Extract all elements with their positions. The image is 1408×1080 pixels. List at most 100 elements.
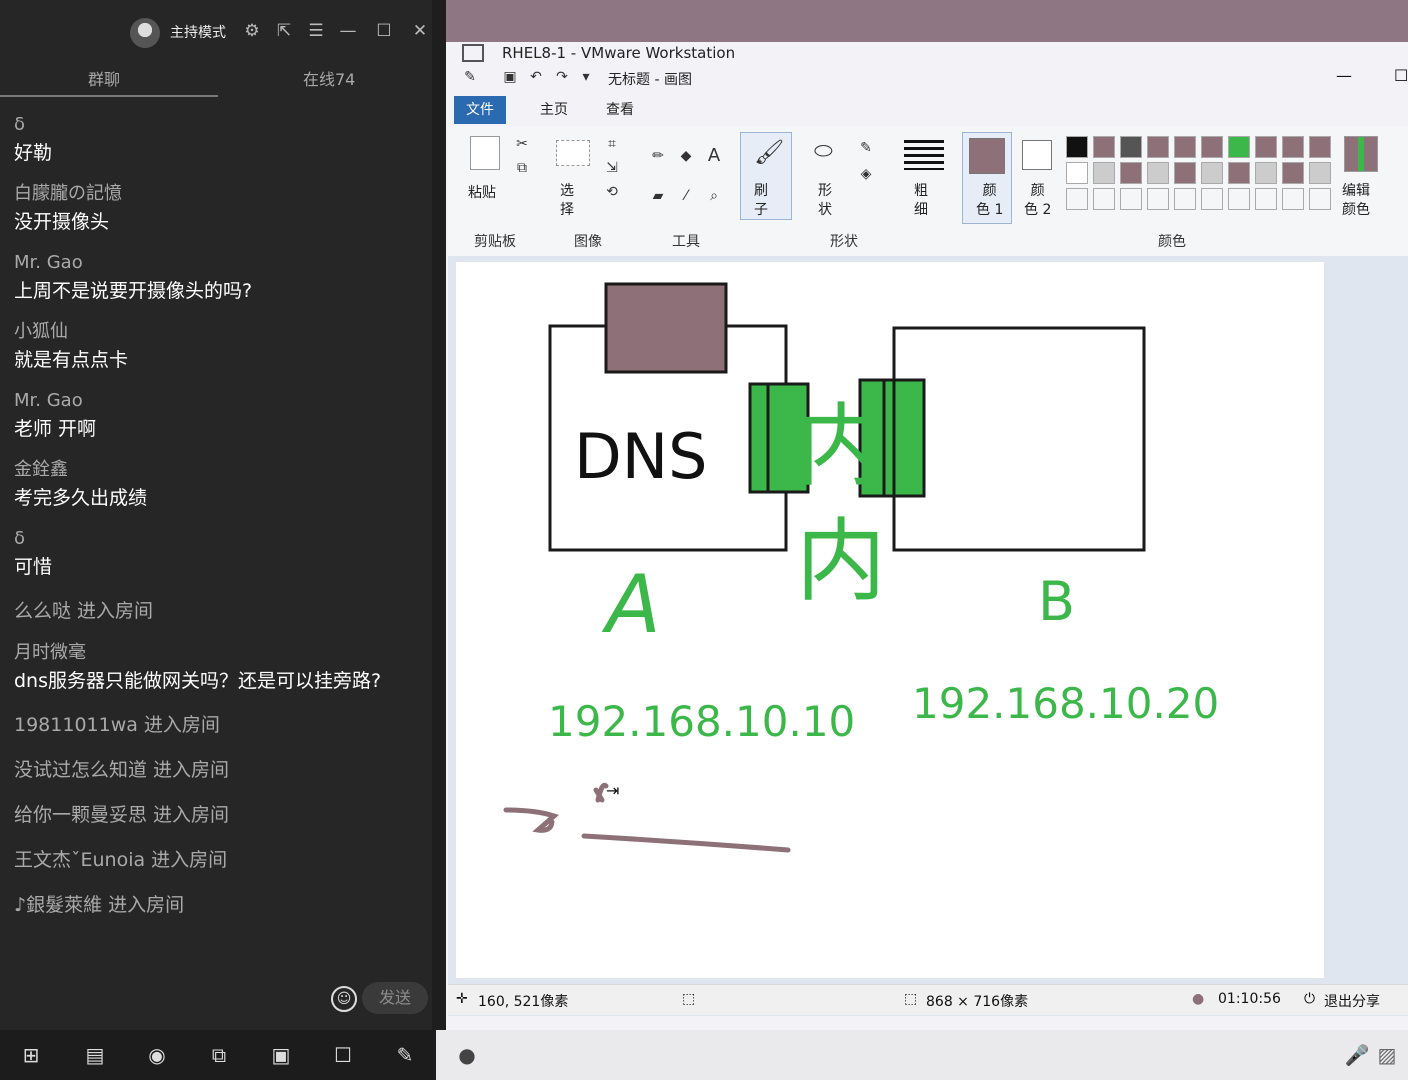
tab-online[interactable]: 在线74	[303, 66, 355, 90]
size-icon[interactable]	[904, 140, 944, 170]
message-item: 金銓鑫 考完多久出成绩	[14, 457, 424, 513]
vmware-taskbar-icon[interactable]: ⧉	[204, 1040, 234, 1070]
menu-icon[interactable]: ☰	[304, 18, 328, 44]
palette-swatch[interactable]	[1228, 136, 1250, 158]
palette-swatch[interactable]	[1066, 162, 1088, 184]
color-picker-icon[interactable]: ⁄	[678, 188, 694, 204]
send-button[interactable]: 发送	[362, 982, 428, 1014]
paste-button[interactable]: 粘贴	[468, 182, 496, 202]
message-text: 考完多久出成绩	[14, 487, 148, 509]
palette-swatch[interactable]	[1255, 162, 1277, 184]
paste-icon[interactable]	[470, 136, 500, 170]
edit-colors-button[interactable]: 编辑 颜色	[1342, 182, 1370, 220]
shapes-button[interactable]: 形 状	[818, 182, 832, 220]
minimize-icon[interactable]: —	[1336, 66, 1352, 85]
fill-shape-icon[interactable]: ◈	[858, 166, 874, 182]
eraser-icon[interactable]: ▰	[650, 188, 666, 204]
palette-swatch[interactable]	[1174, 136, 1196, 158]
message-item: 白朦朧の記憶 没开摄像头	[14, 181, 424, 237]
copy-icon[interactable]: ⧉	[514, 160, 530, 176]
palette-swatch[interactable]	[1201, 136, 1223, 158]
palette-swatch-empty[interactable]	[1309, 188, 1331, 210]
resize-icon[interactable]: ⇲	[604, 160, 620, 176]
redo-icon[interactable]: ↷	[554, 69, 570, 85]
exit-share-button[interactable]: 退出分享	[1324, 991, 1380, 1011]
palette-swatch-empty[interactable]	[1147, 188, 1169, 210]
palette-swatch[interactable]	[1066, 136, 1088, 158]
palette-swatch-empty[interactable]	[1174, 188, 1196, 210]
minimize-icon[interactable]: —	[336, 18, 360, 44]
cut-icon[interactable]: ✂	[514, 136, 530, 152]
palette-swatch-empty[interactable]	[1255, 188, 1277, 210]
drawing-canvas[interactable]: DNS 内 内 A B 192.168.10.10 192.168.10.20	[456, 262, 1324, 978]
pencil-icon[interactable]: ✏	[650, 148, 666, 164]
text-icon[interactable]: A	[706, 147, 722, 165]
customize-dropdown-icon[interactable]: ▾	[578, 69, 594, 85]
tab-group-chat[interactable]: 群聊	[88, 66, 120, 90]
settings-icon[interactable]: ⚙	[240, 18, 264, 44]
underline-stroke	[581, 833, 791, 853]
shapes-icon[interactable]: ⬭	[814, 141, 833, 163]
palette-swatch-empty[interactable]	[1228, 188, 1250, 210]
classroom-icon[interactable]: ▣	[266, 1040, 296, 1070]
color2-label[interactable]: 颜 色 2	[1024, 182, 1051, 220]
selection-size-icon: ⬚	[682, 991, 696, 1007]
palette-swatch[interactable]	[1120, 162, 1142, 184]
join-notice: ♪銀髮萊維 进入房间	[14, 894, 185, 916]
browser-icon[interactable]: ◉	[142, 1040, 172, 1070]
paint-taskbar-icon[interactable]: ✎	[390, 1040, 420, 1070]
fill-icon[interactable]: ◆	[678, 148, 694, 164]
palette-swatch[interactable]	[1282, 136, 1304, 158]
microphone-icon[interactable]: 🎤	[1342, 1040, 1372, 1070]
palette-swatch-empty[interactable]	[1093, 188, 1115, 210]
palette-swatch[interactable]	[1120, 136, 1142, 158]
palette-swatch[interactable]	[1309, 162, 1331, 184]
windows-start-icon[interactable]: ⊞	[16, 1040, 46, 1070]
palette-swatch-empty[interactable]	[1120, 188, 1142, 210]
paint-title: 无标题 - 画图	[608, 72, 692, 88]
notification-icon[interactable]: ▨	[1372, 1040, 1402, 1070]
color2-swatch[interactable]	[1022, 140, 1052, 170]
palette-swatch[interactable]	[1201, 162, 1223, 184]
palette-swatch[interactable]	[1174, 162, 1196, 184]
maximize-icon[interactable]: ☐	[1394, 66, 1408, 85]
app-icon[interactable]: ☐	[328, 1040, 358, 1070]
message-list: δ 好勒 白朦朧の記憶 没开摄像头 Mr. Gao 上周不是说要开摄像头的吗? …	[14, 112, 424, 934]
palette-swatch-empty[interactable]	[1201, 188, 1223, 210]
tab-home[interactable]: 主页	[528, 96, 580, 124]
host-avatar[interactable]	[130, 18, 160, 48]
crop-icon[interactable]: ⌗	[604, 136, 620, 152]
undo-icon[interactable]: ↶	[528, 69, 544, 85]
tab-view[interactable]: 查看	[594, 96, 646, 124]
emoji-icon[interactable]: ☺	[331, 986, 357, 1012]
maximize-icon[interactable]: ☐	[372, 18, 396, 44]
message-text: 上周不是说要开摄像头的吗?	[14, 280, 253, 302]
palette-swatch[interactable]	[1228, 162, 1250, 184]
app-circle-icon[interactable]: ●	[452, 1040, 482, 1070]
edit-colors-icon[interactable]	[1344, 136, 1378, 172]
magnifier-icon[interactable]: ⌕	[706, 188, 722, 204]
cursor-position: 160, 521像素	[478, 994, 569, 1010]
save-icon[interactable]: ▣	[502, 69, 518, 85]
popout-icon[interactable]: ⇱	[272, 18, 296, 44]
tab-file[interactable]: 文件	[454, 96, 506, 124]
palette-swatch[interactable]	[1147, 162, 1169, 184]
palette-swatch[interactable]	[1093, 136, 1115, 158]
close-icon[interactable]: ✕	[408, 18, 432, 44]
outline-icon[interactable]: ✎	[858, 140, 874, 156]
select-button[interactable]: 选 择	[560, 182, 574, 220]
rotate-icon[interactable]: ⟲	[604, 184, 620, 200]
power-icon[interactable]: ⏻	[1304, 991, 1315, 1007]
palette-swatch[interactable]	[1255, 136, 1277, 158]
size-button[interactable]: 粗 细	[914, 182, 928, 220]
palette-swatch-empty[interactable]	[1066, 188, 1088, 210]
palette-swatch[interactable]	[1282, 162, 1304, 184]
file-explorer-icon[interactable]: ▤	[80, 1040, 110, 1070]
message-user: 月时微毫	[14, 642, 86, 663]
palette-swatch[interactable]	[1093, 162, 1115, 184]
select-icon[interactable]	[556, 140, 590, 166]
cursor-icon: ⇥	[606, 781, 619, 800]
palette-swatch[interactable]	[1147, 136, 1169, 158]
palette-swatch[interactable]	[1309, 136, 1331, 158]
palette-swatch-empty[interactable]	[1282, 188, 1304, 210]
